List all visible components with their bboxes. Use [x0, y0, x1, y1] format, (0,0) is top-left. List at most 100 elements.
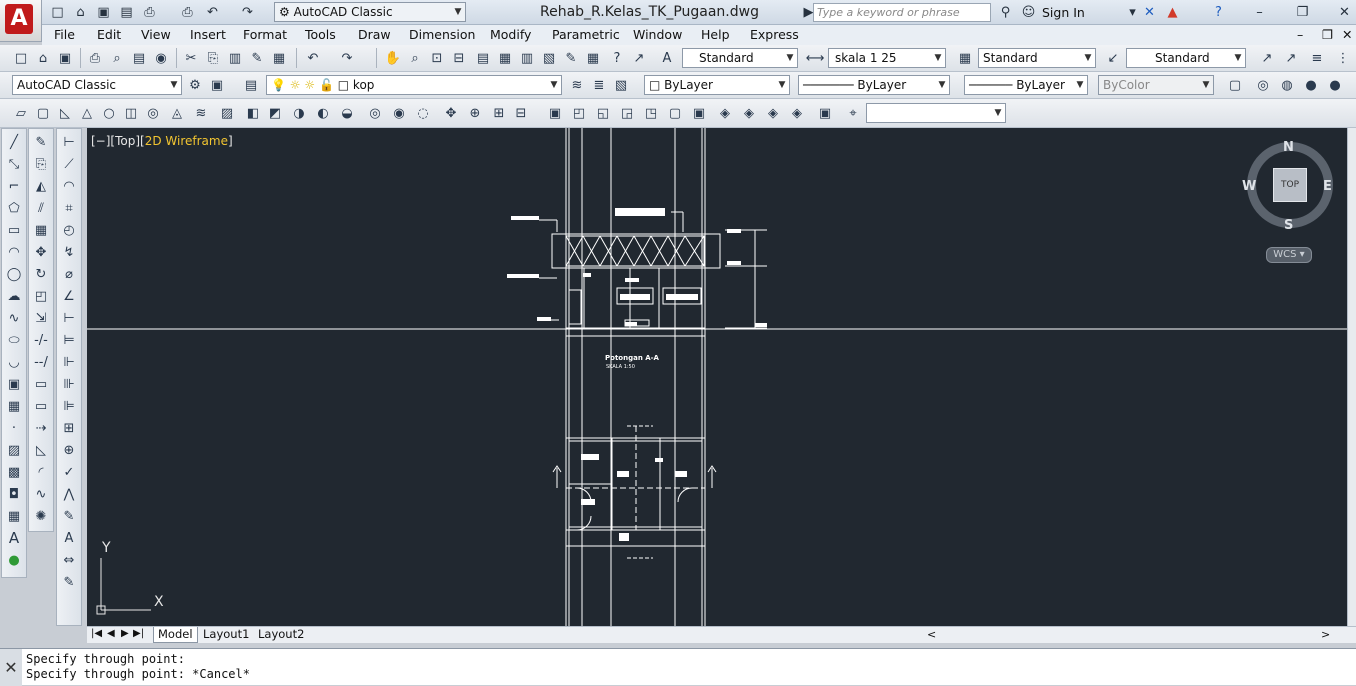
layer-states-icon[interactable]: ▧	[612, 76, 630, 94]
left-view-icon[interactable]: ◲	[618, 104, 636, 122]
angular-icon[interactable]: ∠	[60, 287, 78, 305]
print-icon[interactable]: ⎙	[178, 3, 197, 22]
dim-style-select[interactable]: skala 1 25 ▼	[828, 48, 946, 68]
zoom-window-icon[interactable]: ⊡	[428, 49, 446, 67]
compass-north[interactable]: N	[1283, 140, 1294, 155]
publish-icon[interactable]: ▤	[130, 49, 148, 67]
table-style-icon[interactable]: ▦	[956, 49, 974, 67]
block-editor-icon[interactable]: ▦	[270, 49, 288, 67]
pan-icon[interactable]: ✋	[384, 49, 402, 67]
open-icon[interactable]: ⌂	[34, 49, 52, 67]
menu-express[interactable]: Express	[750, 27, 799, 42]
cylinder-icon[interactable]: ◫	[122, 104, 140, 122]
close-icon[interactable]: ✕	[1335, 3, 1354, 22]
gradient-icon[interactable]: ▩	[5, 463, 23, 481]
dim-text-edit-icon[interactable]: A	[60, 529, 78, 547]
scroll-right-icon[interactable]: >	[1321, 628, 1330, 641]
last-tab-icon[interactable]: ▶|	[133, 628, 144, 639]
restore-icon[interactable]: ❐	[1293, 3, 1312, 22]
add-selected-icon[interactable]: ●	[5, 551, 23, 569]
dim-break-icon[interactable]: ⊫	[60, 397, 78, 415]
arc-icon[interactable]: ◠	[5, 243, 23, 261]
search-input[interactable]: Type a keyword or phrase	[813, 3, 991, 22]
loft-icon[interactable]: ◒	[338, 104, 356, 122]
sw-iso-icon[interactable]: ◈	[716, 104, 734, 122]
copy-icon[interactable]: ⎘	[204, 49, 222, 67]
polysolid-icon[interactable]: ▱	[12, 104, 30, 122]
menu-help[interactable]: Help	[701, 27, 730, 42]
undo-icon[interactable]: ↶	[203, 3, 222, 22]
inspection-icon[interactable]: ✓	[60, 463, 78, 481]
autodesk-360-icon[interactable]: ▲	[1163, 3, 1182, 22]
3d-rotate-icon[interactable]: ⊕	[466, 104, 484, 122]
dim-update-icon[interactable]: ⇔	[60, 551, 78, 569]
mleader-style-icon[interactable]: ↙	[1104, 49, 1122, 67]
new-icon[interactable]: □	[12, 49, 30, 67]
sign-in-link[interactable]: Sign In	[1042, 5, 1085, 20]
quick-dim-icon[interactable]: ⊢	[60, 309, 78, 327]
tab-layout2[interactable]: Layout2	[254, 627, 308, 643]
text-style-icon[interactable]: A	[658, 49, 676, 67]
make-block-icon[interactable]: ▦	[5, 397, 23, 415]
mleader-style-select[interactable]: Standard ▼	[1126, 48, 1246, 68]
tool-palettes-icon[interactable]: ▥	[518, 49, 536, 67]
new-icon[interactable]: □	[48, 3, 67, 22]
construction-line-icon[interactable]: ⤡	[5, 155, 23, 173]
menu-view[interactable]: View	[141, 27, 171, 42]
menu-dimension[interactable]: Dimension	[409, 27, 475, 42]
properties-icon[interactable]: ▤	[474, 49, 492, 67]
copy-icon[interactable]: ⎘	[32, 155, 50, 173]
exchange-icon[interactable]: ✕	[1140, 3, 1159, 22]
polyline-icon[interactable]: ⌐	[5, 177, 23, 195]
ellipse-arc-icon[interactable]: ◡	[5, 353, 23, 371]
open-icon[interactable]: ⌂	[71, 3, 90, 22]
menu-edit[interactable]: Edit	[97, 27, 121, 42]
3d-array-icon[interactable]: ⊟	[512, 104, 530, 122]
redo-icon[interactable]: ↷	[238, 3, 257, 22]
jogged-icon[interactable]: ↯	[60, 243, 78, 261]
aligned-dim-icon[interactable]: ⟋	[60, 155, 78, 173]
command-line[interactable]: ✕ Specify through point: Specify through…	[0, 648, 1356, 686]
subtract-icon[interactable]: ◉	[390, 104, 408, 122]
radius-icon[interactable]: ◴	[60, 221, 78, 239]
menu-insert[interactable]: Insert	[190, 27, 226, 42]
3d-print-icon[interactable]: ◉	[152, 49, 170, 67]
se-iso-icon[interactable]: ◈	[740, 104, 758, 122]
extend-icon[interactable]: --/	[32, 353, 50, 371]
sheet-set-icon[interactable]: ▧	[540, 49, 558, 67]
application-button[interactable]: A	[0, 0, 42, 42]
linetype-select[interactable]: ─────── ByLayer ▼	[798, 75, 950, 95]
intersect-icon[interactable]: ◌	[414, 104, 432, 122]
gear-icon[interactable]: ⚙	[186, 76, 204, 94]
multileader-icon[interactable]: ↗	[1258, 49, 1276, 67]
diameter-icon[interactable]: ⌀	[60, 265, 78, 283]
continue-icon[interactable]: ⊩	[60, 353, 78, 371]
dim-style-icon[interactable]: ⟷	[806, 49, 825, 67]
ne-iso-icon[interactable]: ◈	[764, 104, 782, 122]
top-view-icon[interactable]: ◰	[570, 104, 588, 122]
user-icon[interactable]: ☺	[1019, 3, 1038, 22]
array-icon[interactable]: ▦	[32, 221, 50, 239]
align-leaders-icon[interactable]: ≡	[1308, 49, 1326, 67]
torus-icon[interactable]: ◎	[144, 104, 162, 122]
plot-preview-icon[interactable]: ⌕	[108, 49, 126, 67]
dim-edit-icon[interactable]: ✎	[60, 507, 78, 525]
nw-iso-icon[interactable]: ◈	[788, 104, 806, 122]
front-view-icon[interactable]: ▢	[666, 104, 684, 122]
sphere-icon[interactable]: ○	[100, 104, 118, 122]
close-icon[interactable]: ✕	[0, 649, 22, 686]
linear-dim-icon[interactable]: ⊢	[60, 133, 78, 151]
layer-previous-icon[interactable]: ≣	[590, 76, 608, 94]
paste-icon[interactable]: ▥	[226, 49, 244, 67]
ellipse-icon[interactable]: ⬭	[5, 331, 23, 349]
compass-west[interactable]: W	[1242, 179, 1256, 194]
polygon-icon[interactable]: ⬠	[5, 199, 23, 217]
add-leader-icon[interactable]: ↗	[1282, 49, 1300, 67]
ordinate-icon[interactable]: ⌗	[60, 199, 78, 217]
help-icon[interactable]: ?	[1209, 3, 1228, 22]
named-ucs-select[interactable]: ▼	[866, 103, 1006, 123]
menu-restore-icon[interactable]: ❐	[1322, 27, 1333, 42]
markup-icon[interactable]: ✎	[562, 49, 580, 67]
3d-align-icon[interactable]: ⊞	[490, 104, 508, 122]
model-space-canvas[interactable]: [−][Top][2D Wireframe] Potongan A-A SKAL…	[87, 128, 1347, 626]
